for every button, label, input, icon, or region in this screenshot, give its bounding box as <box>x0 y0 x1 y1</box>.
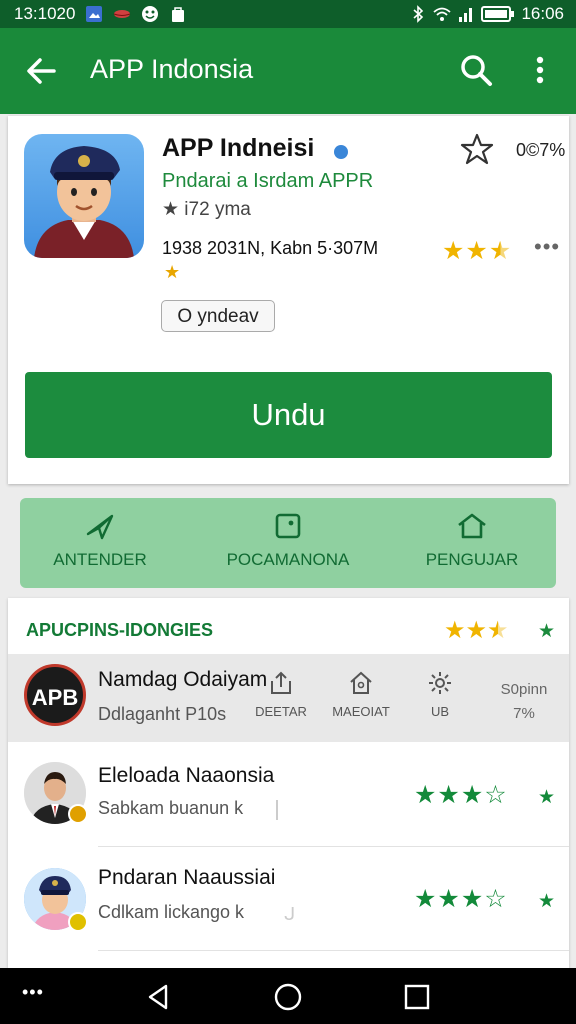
badge-dot-icon <box>68 804 88 824</box>
tab-pengujar[interactable]: PENGUJAR <box>392 512 552 570</box>
star-full-icon: ★ <box>460 885 485 913</box>
star-full-icon: ★ <box>460 781 485 809</box>
system-nav-bar: ••• <box>0 968 576 1024</box>
gallery-icon <box>86 6 103 22</box>
status-time-right: 16:06 <box>521 4 564 23</box>
badge-dot-icon <box>68 912 88 932</box>
install-button[interactable]: Undu <box>25 372 552 458</box>
emoji-icon <box>142 6 159 22</box>
rating-stars: ★★★ <box>442 236 512 266</box>
app-name: APP Indneisi <box>162 134 315 162</box>
app-meta: 1938 2031N, Kabn 5·307M <box>162 238 379 258</box>
tab-antender[interactable]: ANTENDER <box>20 512 180 570</box>
star-full-icon: ★ <box>465 237 489 265</box>
list-item-subtitle: Cdlkam lickango k <box>98 902 245 922</box>
star-half-icon: ★ <box>488 237 513 265</box>
list-item-title: Eleloada Naaonsia <box>98 764 275 787</box>
pilot-avatar-icon <box>34 146 134 258</box>
star-full-icon: ★ <box>437 885 461 913</box>
star-full-icon: ★ <box>414 781 438 809</box>
action-label: DEETAR <box>255 704 307 719</box>
status-left: 13:1020 <box>14 4 187 24</box>
list-item-subtitle: Sabkam buanun k <box>98 798 244 818</box>
cursor-mark <box>276 800 278 820</box>
star-full-icon: ★ <box>414 885 438 913</box>
status-time-left: 13:1020 <box>14 4 76 23</box>
apb-avatar: APB <box>24 664 86 726</box>
list-item-title: Pndaran Naaussiai <box>98 866 276 889</box>
small-star-icon: ★ <box>538 891 556 912</box>
list-item-title: Namdag Odaiyam <box>98 668 268 691</box>
list-item-right-info: S0pinn 7% <box>482 678 566 726</box>
section-rating-stars: ★★★ <box>444 616 509 645</box>
list-item-stars: ★★★☆ <box>414 884 508 914</box>
small-star-icon: ★ <box>164 262 181 282</box>
list-item[interactable]: Eleloada Naaonsia Sabkam buanun k ★★★☆ ★ <box>8 742 569 846</box>
square-dot-icon <box>275 513 301 539</box>
category-tabs: ANTENDER POCAMANONA PENGUJAR <box>20 498 556 588</box>
list-item-stars: ★★★☆ <box>414 780 508 810</box>
nav-back-icon[interactable] <box>144 982 174 1012</box>
paper-plane-icon <box>86 514 114 540</box>
cursor-mark: ᒍ <box>284 904 296 924</box>
small-star-icon: ★ <box>538 621 556 642</box>
nav-dots-icon[interactable]: ••• <box>22 982 44 1003</box>
status-right: 16:06 <box>409 4 564 24</box>
small-star-icon: ★ <box>538 787 556 808</box>
tab-label: POCAMANONA <box>226 550 350 569</box>
nav-home-icon[interactable] <box>273 982 303 1012</box>
section-title: APUCPINS-IDONGIES <box>26 620 214 640</box>
badge-button[interactable]: O yndeav <box>161 300 275 332</box>
action-label: UB <box>430 704 450 719</box>
status-bar: 13:1020 16:06 <box>0 0 576 28</box>
back-arrow-icon[interactable] <box>24 54 58 88</box>
list-item[interactable]: APB Namdag Odaiyam Ddlaganht P10s DEETAR… <box>8 654 569 742</box>
signal-icon <box>459 8 473 22</box>
tab-pocamanona[interactable]: POCAMANONA <box>208 512 368 570</box>
app-bar: APP Indonsia <box>0 28 576 114</box>
list-item-subtitle: Ddlaganht P10s <box>98 704 227 724</box>
right-top-text: S0pinn <box>500 681 548 698</box>
wifi-icon <box>433 7 452 21</box>
app-bar-title: APP Indonsia <box>90 54 254 84</box>
wishlist-star-icon[interactable] <box>460 132 494 166</box>
gear-icon <box>429 672 451 694</box>
star-full-icon: ★ <box>465 617 488 644</box>
app-list-card: APUCPINS-IDONGIES ★★★ ★ APB Namdag Odaiy… <box>8 598 569 968</box>
battery-icon <box>481 6 515 22</box>
app-icon <box>24 134 144 258</box>
search-icon[interactable] <box>458 52 494 88</box>
list-item[interactable]: Pndaran Naaussiai Cdlkam lickango k ᒍ ★★… <box>8 846 569 952</box>
action-label: MAEOIAT <box>332 704 390 719</box>
share-icon <box>271 671 291 694</box>
more-dots-icon[interactable]: ••• <box>534 234 560 260</box>
developer-link[interactable]: Pndarai a Isrdam APPR <box>162 170 373 193</box>
rating-summary: ★ i72 yma <box>162 199 251 220</box>
action-ub[interactable]: UB <box>405 670 475 719</box>
action-maeoiat[interactable]: MAEOIAT <box>326 670 396 719</box>
star-half-icon: ★ <box>487 617 509 644</box>
nav-recents-icon[interactable] <box>402 982 432 1012</box>
divider <box>98 950 569 951</box>
right-bottom-text: 7% <box>513 705 535 722</box>
wishlist-percent: 0©7% <box>516 140 566 160</box>
star-full-icon: ★ <box>437 781 461 809</box>
bluetooth-icon <box>413 5 424 23</box>
lips-icon <box>114 10 131 18</box>
star-empty-icon: ☆ <box>484 781 508 809</box>
star-full-icon: ★ <box>444 617 466 644</box>
tab-label: ANTENDER <box>53 550 147 569</box>
home-icon <box>458 513 486 539</box>
app-detail-card: APP Indneisi Pndarai a Isrdam APPR ★ i72… <box>8 116 569 484</box>
home-icon <box>350 671 372 694</box>
tab-label: PENGUJAR <box>425 550 519 569</box>
star-full-icon: ★ <box>442 237 466 265</box>
more-vert-icon[interactable] <box>528 52 552 88</box>
action-deetar[interactable]: DEETAR <box>246 670 316 719</box>
verified-badge-icon <box>334 145 348 159</box>
star-empty-icon: ☆ <box>484 885 508 913</box>
bag-icon <box>172 7 185 22</box>
